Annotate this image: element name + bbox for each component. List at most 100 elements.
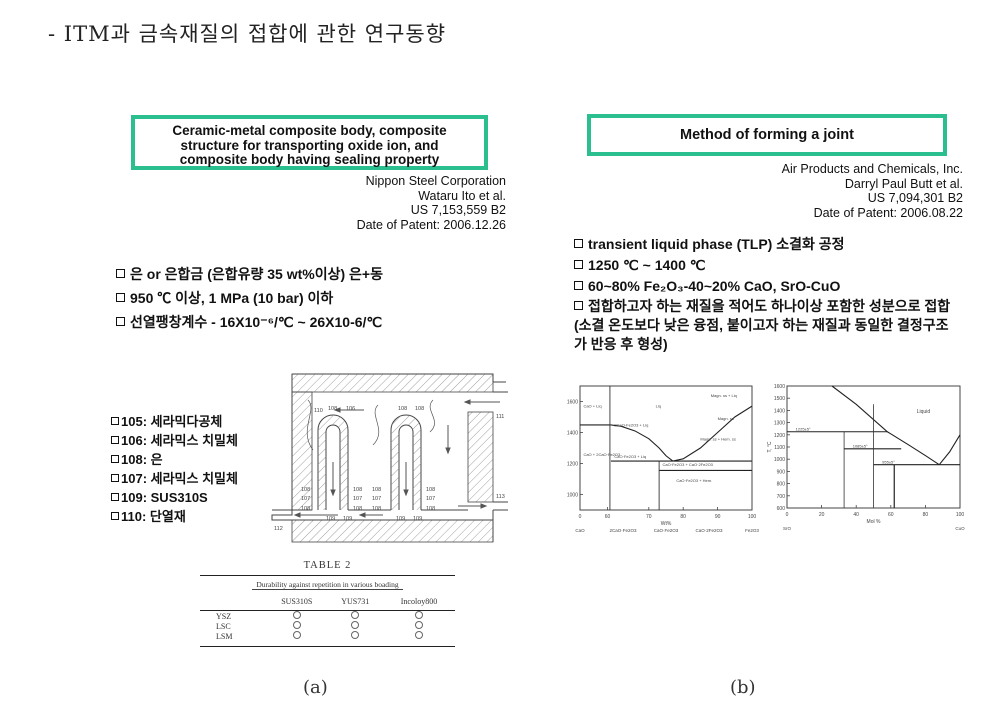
legend-item: 105: 세라믹다공체 xyxy=(111,412,238,431)
row-label: LSC xyxy=(216,621,231,631)
patent-a-inventor: Wataru Ito et al. xyxy=(418,188,506,203)
patent-b-meta: Air Products and Chemicals, Inc. Darryl … xyxy=(782,162,963,220)
y-tick-label: 1200 xyxy=(774,433,785,439)
circle-mark-icon xyxy=(351,621,360,629)
patent-b-number: US 7,094,301 B2 xyxy=(867,191,963,205)
insulation-right-block xyxy=(467,411,494,503)
patent-a-number: US 7,153,559 B2 xyxy=(410,203,506,217)
patent-a-meta: Nippon Steel Corporation Wataru Ito et a… xyxy=(357,174,506,232)
x-tick-label: 80 xyxy=(680,514,686,520)
fig-label-109: 109 xyxy=(413,516,422,522)
compound-label: Fe2O3 xyxy=(745,528,759,533)
fig-label-109: 109 xyxy=(396,516,405,522)
fig-label-113: 113 xyxy=(496,494,505,500)
patent-b-title: Method of forming a joint xyxy=(680,127,854,143)
patent-b-inventor: Darryl Paul Butt et al. xyxy=(844,176,963,191)
insulation-top xyxy=(291,373,494,393)
series-liquidus-right xyxy=(938,434,961,466)
y-tick-label: 1400 xyxy=(774,408,785,414)
x-tick-label: 40 xyxy=(853,512,859,518)
region-label: Liq xyxy=(656,404,661,409)
x-tick-label: 90 xyxy=(715,514,721,520)
legend-item: 106: 세라믹스 치밀체 xyxy=(111,431,238,450)
checkbox-square-icon xyxy=(111,493,119,501)
fig-label-107: 107 xyxy=(353,496,362,502)
patent-a-title-line: composite body having sealing property xyxy=(179,152,440,167)
bullet-item: 950 ℃ 이상, 1 MPa (10 bar) 이하 xyxy=(116,286,383,310)
compound-label: CaO·Fe2O3 xyxy=(654,528,679,533)
circle-mark-icon xyxy=(414,611,423,619)
region-label: CaO·Fe2O3 + Hem. xyxy=(676,478,712,483)
fig-label-108: 108 xyxy=(372,487,381,493)
compound-label: CaO xyxy=(575,528,585,533)
fig-label-108: 108 xyxy=(426,487,435,493)
table-cell xyxy=(383,621,455,631)
table-header: Incoloy800 xyxy=(382,591,455,611)
fig-label-111: 111 xyxy=(496,414,504,420)
table-header-row: SUS310S YUS731 Incoloy800 xyxy=(200,591,455,611)
fig-label-108: 108 xyxy=(372,506,381,512)
series-liquidus-right xyxy=(672,405,753,462)
x-axis-label: Wt% xyxy=(661,521,672,527)
legend-item: 107: 세라믹스 치밀체 xyxy=(111,469,238,488)
patent-b-title-box: Method of forming a joint xyxy=(587,114,947,156)
legend-item: 110: 단열재 xyxy=(111,507,238,526)
region-label: Magn. ss xyxy=(718,416,734,421)
fig-label-108: 108 xyxy=(415,406,424,412)
y-tick-label: 1000 xyxy=(774,457,785,463)
checkbox-square-icon xyxy=(111,417,119,425)
x-tick-label: 20 xyxy=(819,512,825,518)
table-cell xyxy=(266,631,328,641)
region-label: Liquid xyxy=(917,409,931,415)
bullet-item: 은 or 은합금 (은합유량 35 wt%이상) 은+동 xyxy=(116,262,383,286)
checkbox-square-icon xyxy=(116,293,125,302)
y-tick-label: 1500 xyxy=(774,396,785,402)
checkbox-square-icon xyxy=(111,436,119,444)
caption-b: (b) xyxy=(730,677,756,698)
x-tick-label: 80 xyxy=(923,512,929,518)
patent-b-date: Date of Patent: 2006.08.22 xyxy=(813,205,963,220)
region-label: CaO·Fe2O3 + Liq xyxy=(614,454,646,459)
durability-table: TABLE 2 Durability against repetition in… xyxy=(200,560,455,647)
region-label: Magn. ss + Liq xyxy=(711,393,737,398)
plot-frame xyxy=(579,385,753,511)
fig-label-106: 106 xyxy=(346,406,355,412)
table-cell xyxy=(328,631,383,641)
checkbox-square-icon xyxy=(111,455,119,463)
compound-label: CuO xyxy=(955,526,965,531)
legend-item: 109: SUS310S xyxy=(111,488,238,507)
patent-a-title-line: structure for transporting oxide ion, an… xyxy=(180,137,439,153)
figure-legend: 105: 세라믹다공체 106: 세라믹스 치밀체 108: 은 107: 세라… xyxy=(111,412,238,526)
bullet-item: 접합하고자 하는 재질을 적어도 하나이상 포함한 성분으로 접합 (소결 온도… xyxy=(574,298,951,352)
patent-b-bullets: transient liquid phase (TLP) 소결화 공정 1250… xyxy=(574,234,959,354)
y-tick-label: 900 xyxy=(777,469,786,475)
circle-mark-icon xyxy=(292,631,301,639)
fig-label-107: 107 xyxy=(301,496,310,502)
fig-label-108: 108 xyxy=(301,487,310,493)
row-label: YSZ xyxy=(216,611,232,621)
fig-label-108: 108 xyxy=(301,506,310,512)
table-bottom-rule xyxy=(200,646,455,647)
fig-label-112: 112 xyxy=(274,526,283,532)
annotation-label: 1085±5° xyxy=(853,444,868,449)
x-axis-label: Mol % xyxy=(867,519,881,525)
checkbox-square-icon xyxy=(574,301,583,310)
page-heading: - ITM과 금속재질의 접합에 관한 연구동향 xyxy=(48,22,447,46)
y-tick-label: 1400 xyxy=(567,431,578,437)
fig-label-108: 108 xyxy=(353,487,362,493)
fig-label-108: 108 xyxy=(398,406,407,412)
table-header xyxy=(200,591,266,611)
annotation-label: 1225±5° xyxy=(796,427,811,432)
region-label: CaO·Fe2O3 + CaO·2Fe2O3 xyxy=(663,462,714,467)
row-label: LSM xyxy=(216,631,233,641)
checkbox-square-icon xyxy=(574,260,583,269)
bullet-item: 1250 ℃ ~ 1400 ℃ xyxy=(574,255,959,276)
y-tick-label: 1200 xyxy=(567,462,578,468)
circle-mark-icon xyxy=(292,611,301,619)
sro-cuo-phase-diagram: 6007008009001000110012001300140015001600… xyxy=(767,384,965,531)
bullet-item: transient liquid phase (TLP) 소결화 공정 xyxy=(574,234,959,255)
patent-a-title-line: Ceramic-metal composite body, composite xyxy=(172,123,447,138)
table-caption: TABLE 2 xyxy=(303,560,352,571)
patent-a-title-box: Ceramic-metal composite body, composite … xyxy=(131,115,488,170)
table-row: YSZ xyxy=(200,611,455,622)
